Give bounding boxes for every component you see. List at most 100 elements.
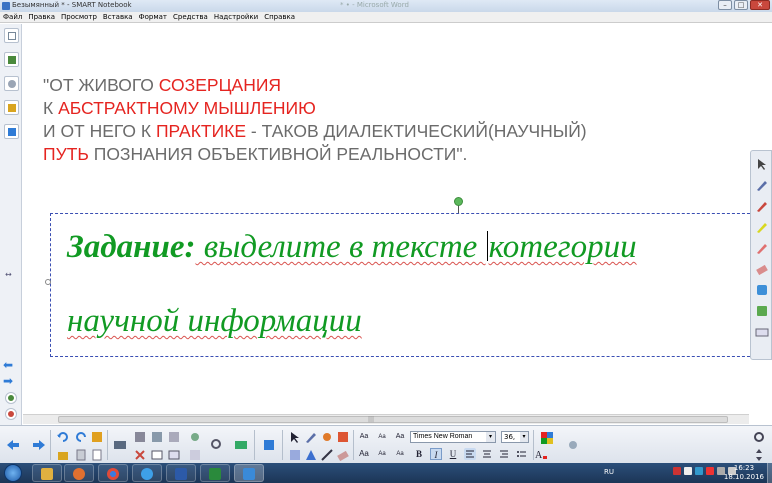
font-size-dropdown-arrow-icon[interactable]: ▾ bbox=[520, 432, 528, 442]
cut-icon[interactable] bbox=[133, 430, 147, 444]
previous-page-icon[interactable] bbox=[6, 438, 20, 452]
close-button[interactable]: ✕ bbox=[750, 0, 770, 10]
delete-page-icon[interactable] bbox=[5, 408, 17, 420]
addons-toolbar-icon[interactable] bbox=[262, 438, 276, 452]
smart-notebook-app-icon[interactable] bbox=[2, 2, 10, 10]
taskbar-internet-explorer[interactable] bbox=[132, 464, 162, 482]
tray-antivirus-icon[interactable] bbox=[673, 467, 681, 475]
text-style-button[interactable]: Aa bbox=[358, 431, 370, 443]
scrollbar-thumb[interactable] bbox=[58, 416, 728, 423]
menu-file[interactable]: Файл bbox=[0, 12, 25, 22]
text-style-small-button[interactable]: Aa bbox=[376, 431, 388, 443]
text-style-small-button-2[interactable]: Aa bbox=[376, 448, 388, 460]
redo-icon[interactable] bbox=[74, 430, 88, 444]
tray-flag-icon[interactable] bbox=[684, 467, 692, 475]
menu-view[interactable]: Просмотр bbox=[58, 12, 100, 22]
align-left-icon[interactable] bbox=[464, 448, 476, 460]
gallery-tab[interactable] bbox=[4, 52, 19, 67]
align-center-icon[interactable] bbox=[481, 448, 493, 460]
tray-smart-icon[interactable] bbox=[695, 467, 703, 475]
horizontal-scrollbar[interactable]: ||| bbox=[23, 414, 749, 424]
toolbar-settings-gear-icon[interactable] bbox=[752, 430, 766, 444]
page-sorter-tab[interactable] bbox=[4, 28, 19, 43]
document-camera-icon[interactable] bbox=[188, 430, 202, 444]
properties-tab[interactable] bbox=[4, 100, 19, 115]
bullets-icon[interactable] bbox=[515, 448, 527, 460]
menu-help[interactable]: Справка bbox=[261, 12, 298, 22]
line-tool-icon[interactable] bbox=[320, 448, 334, 462]
taskbar-word[interactable] bbox=[166, 464, 196, 482]
paste-icon[interactable] bbox=[74, 448, 88, 462]
shape-pen-icon[interactable] bbox=[320, 430, 334, 444]
delete-icon[interactable] bbox=[133, 448, 147, 462]
highlighter-icon[interactable] bbox=[755, 219, 769, 233]
properties-toolbar-icon[interactable] bbox=[566, 438, 580, 452]
start-button[interactable] bbox=[4, 464, 22, 482]
toolbar-move-icon[interactable] bbox=[752, 448, 766, 462]
taskbar-excel[interactable] bbox=[200, 464, 230, 482]
align-right-icon[interactable] bbox=[498, 448, 510, 460]
add-page-toolbar-icon[interactable] bbox=[90, 448, 104, 462]
shapes-icon[interactable] bbox=[755, 303, 769, 317]
addons-tab[interactable] bbox=[4, 124, 19, 139]
magic-pen-icon[interactable] bbox=[755, 282, 769, 296]
font-family-select[interactable]: Times New Roman ▾ bbox=[410, 431, 496, 443]
insert-table-icon[interactable] bbox=[167, 448, 181, 462]
fill-tool-icon[interactable] bbox=[336, 430, 350, 444]
arrow-right-icon[interactable]: ➡ bbox=[3, 375, 19, 387]
taskbar-smart-notebook[interactable] bbox=[234, 464, 264, 482]
language-indicator[interactable]: RU bbox=[604, 468, 614, 476]
text-tool-icon[interactable] bbox=[288, 448, 302, 462]
arrow-left-icon[interactable]: ⬅ bbox=[3, 359, 19, 371]
font-size-select[interactable]: 36, ▾ bbox=[501, 431, 529, 443]
select-arrow-icon[interactable] bbox=[755, 156, 769, 170]
shapes-tool-icon[interactable] bbox=[304, 448, 318, 462]
response-icon[interactable] bbox=[188, 448, 202, 462]
menu-edit[interactable]: Правка bbox=[25, 12, 58, 22]
task-line-1[interactable]: Задание: выделите в тексте котегории bbox=[67, 229, 637, 266]
magnifier-icon[interactable] bbox=[210, 438, 224, 452]
eraser-tool-icon[interactable] bbox=[336, 448, 350, 462]
full-screen-icon[interactable] bbox=[113, 438, 127, 452]
text-color-icon[interactable]: A bbox=[534, 448, 548, 460]
select-tool-icon[interactable] bbox=[288, 430, 302, 444]
color-palette-icon[interactable] bbox=[540, 431, 554, 445]
rotation-handle[interactable] bbox=[454, 197, 463, 206]
show-desktop-button[interactable] bbox=[767, 463, 772, 483]
taskbar-media-player[interactable] bbox=[64, 464, 94, 482]
screen-recorder-icon[interactable] bbox=[234, 438, 248, 452]
taskbar-clock[interactable]: 16:23 18.10.2016 bbox=[724, 464, 764, 482]
resize-handle-left[interactable] bbox=[45, 279, 51, 285]
add-page-icon[interactable] bbox=[5, 392, 17, 404]
table-icon[interactable] bbox=[150, 448, 164, 462]
italic-button[interactable]: I bbox=[430, 448, 442, 460]
menu-format[interactable]: Формат bbox=[136, 12, 170, 22]
save-icon[interactable] bbox=[90, 430, 104, 444]
task-line-2[interactable]: научной информации bbox=[67, 303, 362, 340]
menu-insert[interactable]: Вставка bbox=[100, 12, 136, 22]
pen-tool-icon[interactable] bbox=[755, 177, 769, 191]
screen-capture-icon[interactable] bbox=[167, 430, 181, 444]
menu-addons[interactable]: Надстройки bbox=[211, 12, 261, 22]
taskbar-chrome[interactable] bbox=[98, 464, 128, 482]
minimize-button[interactable]: – bbox=[718, 0, 732, 10]
next-page-icon[interactable] bbox=[32, 438, 46, 452]
font-family-dropdown-arrow-icon[interactable]: ▾ bbox=[486, 432, 495, 442]
eraser-icon[interactable] bbox=[755, 261, 769, 276]
pen-red-icon[interactable] bbox=[755, 198, 769, 212]
undo-icon[interactable] bbox=[56, 430, 70, 444]
attachments-tab[interactable] bbox=[4, 76, 19, 91]
tray-app-icon[interactable] bbox=[706, 467, 714, 475]
maximize-button[interactable]: □ bbox=[734, 0, 748, 10]
pens-tool-icon[interactable] bbox=[304, 430, 318, 444]
keyboard-icon[interactable] bbox=[755, 324, 769, 338]
underline-button[interactable]: U bbox=[447, 448, 459, 460]
side-bar-collapse-icon[interactable]: ↔ bbox=[5, 270, 12, 279]
creative-pen-icon[interactable] bbox=[755, 240, 769, 254]
text-style-large-button[interactable]: Aa bbox=[394, 431, 406, 443]
taskbar-explorer[interactable] bbox=[32, 464, 62, 482]
bold-button[interactable]: B bbox=[413, 448, 425, 460]
notebook-page-canvas[interactable]: "ОТ ЖИВОГО СОЗЕРЦАНИЯ К АБСТРАКТНОМУ МЫШ… bbox=[23, 24, 772, 414]
text-style-button-2[interactable]: Aa bbox=[358, 448, 370, 460]
menu-tools[interactable]: Средства bbox=[170, 12, 211, 22]
